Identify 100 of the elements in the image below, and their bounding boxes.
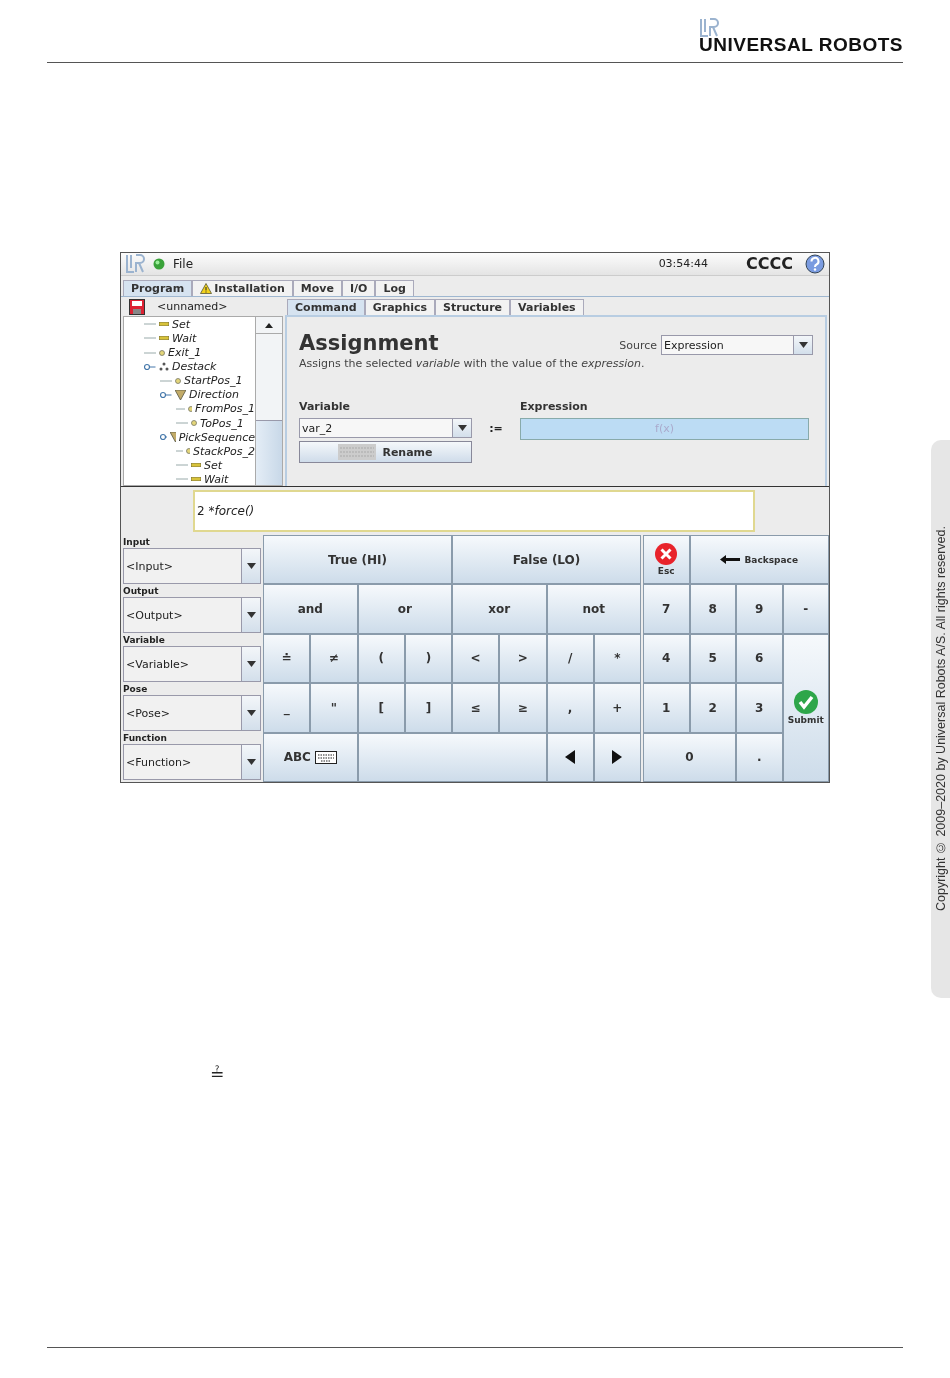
waypoint-icon bbox=[191, 420, 197, 427]
waypoint-icon bbox=[159, 349, 165, 356]
tree-item[interactable]: Wait bbox=[204, 472, 229, 486]
save-icon[interactable] bbox=[129, 298, 145, 315]
keypad-key[interactable]: ≥ bbox=[499, 683, 547, 733]
keypad-key[interactable]: True (HI) bbox=[263, 535, 452, 585]
triangle-icon bbox=[175, 389, 186, 400]
source-label: Source bbox=[619, 338, 657, 352]
tree-item[interactable]: Set bbox=[204, 458, 223, 472]
keypad-key[interactable]: [ bbox=[357, 683, 405, 733]
keypad-key[interactable]: / bbox=[546, 633, 594, 684]
symbol: ≟ bbox=[210, 1064, 225, 1084]
escape-key[interactable]: Esc bbox=[643, 535, 690, 585]
assigned-var-dropdown[interactable]: var_2 bbox=[299, 418, 472, 439]
keypad-key[interactable]: xor bbox=[452, 584, 547, 634]
keypad-key[interactable]: 2 bbox=[689, 683, 736, 733]
up-arrow-icon[interactable] bbox=[265, 322, 273, 328]
tree-item[interactable]: Set bbox=[172, 317, 191, 331]
dots-icon bbox=[159, 362, 169, 372]
keypad-key[interactable]: . bbox=[736, 732, 783, 782]
expander-icon[interactable] bbox=[160, 390, 172, 399]
expander-icon[interactable] bbox=[160, 433, 167, 442]
keypad-key[interactable]: ] bbox=[404, 683, 452, 733]
tree-item[interactable]: Wait bbox=[172, 331, 197, 345]
cursor-right-key[interactable] bbox=[593, 732, 641, 782]
copyright-text: Copyright © 2009–2020 by Universal Robots A/S. All rights reserved. bbox=[933, 526, 948, 912]
keypad-key[interactable]: 8 bbox=[689, 584, 736, 634]
robot-name: CCCC bbox=[746, 254, 793, 274]
keypad-key[interactable]: 0 bbox=[643, 732, 736, 782]
rename-button[interactable]: Rename bbox=[299, 441, 472, 464]
tab[interactable]: Variables bbox=[510, 299, 584, 316]
scrollbar[interactable] bbox=[255, 317, 282, 486]
tab[interactable]: I/O bbox=[341, 279, 376, 297]
command-description: Assigns the selected variable with the value of the expression. bbox=[299, 357, 646, 371]
keypad-key[interactable]: _ bbox=[263, 683, 311, 733]
file-menu[interactable]: File bbox=[173, 256, 194, 271]
selector-dropdown[interactable]: <Pose> bbox=[123, 695, 261, 731]
keypad-key[interactable]: 5 bbox=[689, 633, 736, 684]
source-dropdown[interactable]: Expression bbox=[661, 335, 813, 356]
keyboard-key[interactable]: ABC bbox=[263, 732, 358, 782]
keypad-key[interactable]: ( bbox=[357, 633, 405, 684]
keypad-key[interactable]: and bbox=[263, 584, 358, 634]
tab[interactable]: Log bbox=[375, 279, 414, 297]
backspace-key[interactable]: Backspace bbox=[689, 535, 829, 585]
tab[interactable]: Structure bbox=[435, 299, 511, 316]
tab[interactable]: Graphics bbox=[364, 299, 436, 316]
left-arrow-icon bbox=[565, 750, 576, 765]
keypad-key[interactable]: ) bbox=[404, 633, 452, 684]
keypad-key[interactable]: ≐ bbox=[263, 633, 311, 684]
cursor-left-key[interactable] bbox=[546, 732, 594, 782]
waypoint-icon bbox=[175, 377, 181, 384]
tab[interactable]: Installation bbox=[192, 279, 293, 297]
tab[interactable]: Command bbox=[287, 299, 365, 316]
keypad-key[interactable]: 3 bbox=[736, 683, 783, 733]
brand-name: UNIVERSAL ROBOTS bbox=[699, 34, 903, 56]
expression-input[interactable]: 2 *force() bbox=[193, 490, 755, 533]
assign-sign: := bbox=[488, 421, 504, 436]
tree-item[interactable]: StartPos_1 bbox=[184, 374, 243, 388]
clock-time: 03:54:44 bbox=[658, 257, 709, 271]
keypad-key[interactable]: ≠ bbox=[310, 633, 358, 684]
keypad-key[interactable]: < bbox=[452, 633, 500, 684]
selector-label: Input bbox=[122, 537, 151, 548]
keypad-key[interactable]: - bbox=[782, 584, 829, 634]
tab[interactable]: Program bbox=[123, 279, 193, 297]
keypad-key[interactable]: 4 bbox=[643, 633, 690, 684]
keypad-key[interactable]: or bbox=[357, 584, 452, 634]
tree-item[interactable]: Exit_1 bbox=[168, 346, 202, 360]
keypad-key[interactable]: 6 bbox=[736, 633, 783, 684]
tree-item[interactable]: Destack bbox=[172, 360, 217, 374]
keypad-key[interactable]: 1 bbox=[643, 683, 690, 733]
keypad-key[interactable]: " bbox=[310, 683, 358, 733]
selector-dropdown[interactable]: <Input> bbox=[123, 548, 261, 584]
tree-item[interactable]: FromPos_1 bbox=[195, 402, 255, 416]
keypad-key[interactable]: > bbox=[499, 633, 547, 684]
help-icon[interactable] bbox=[805, 253, 825, 274]
selector-dropdown[interactable]: <Variable> bbox=[123, 646, 261, 682]
keypad-key[interactable]: False (LO) bbox=[452, 535, 641, 585]
keypad-key[interactable]: 9 bbox=[736, 584, 783, 634]
checkmark-icon bbox=[793, 690, 818, 715]
status-dot-icon bbox=[153, 257, 165, 270]
tree-item[interactable]: PickSequence bbox=[178, 430, 255, 444]
keypad-key[interactable]: + bbox=[593, 683, 641, 733]
tab[interactable]: Move bbox=[292, 279, 342, 297]
keypad-key[interactable]: 7 bbox=[643, 584, 690, 634]
expander-icon[interactable] bbox=[144, 362, 156, 371]
keypad-key[interactable]: , bbox=[546, 683, 594, 733]
tree-item[interactable]: ToPos_1 bbox=[200, 416, 244, 430]
selector-dropdown[interactable]: <Output> bbox=[123, 597, 261, 633]
selector-label: Function bbox=[122, 733, 168, 744]
tree-item[interactable]: StackPos_2 bbox=[192, 444, 255, 458]
variable-label: Variable bbox=[299, 400, 352, 414]
selector-dropdown[interactable]: <Function> bbox=[123, 744, 261, 780]
keypad-key[interactable]: not bbox=[546, 584, 641, 634]
close-icon bbox=[655, 543, 678, 566]
keypad-key[interactable]: * bbox=[593, 633, 641, 684]
submit-key[interactable]: Submit bbox=[782, 633, 829, 782]
keypad-key[interactable]: ≤ bbox=[452, 683, 500, 733]
right-arrow-icon bbox=[612, 750, 623, 765]
tree-item[interactable]: Direction bbox=[189, 388, 239, 402]
logo-icon bbox=[699, 18, 719, 38]
